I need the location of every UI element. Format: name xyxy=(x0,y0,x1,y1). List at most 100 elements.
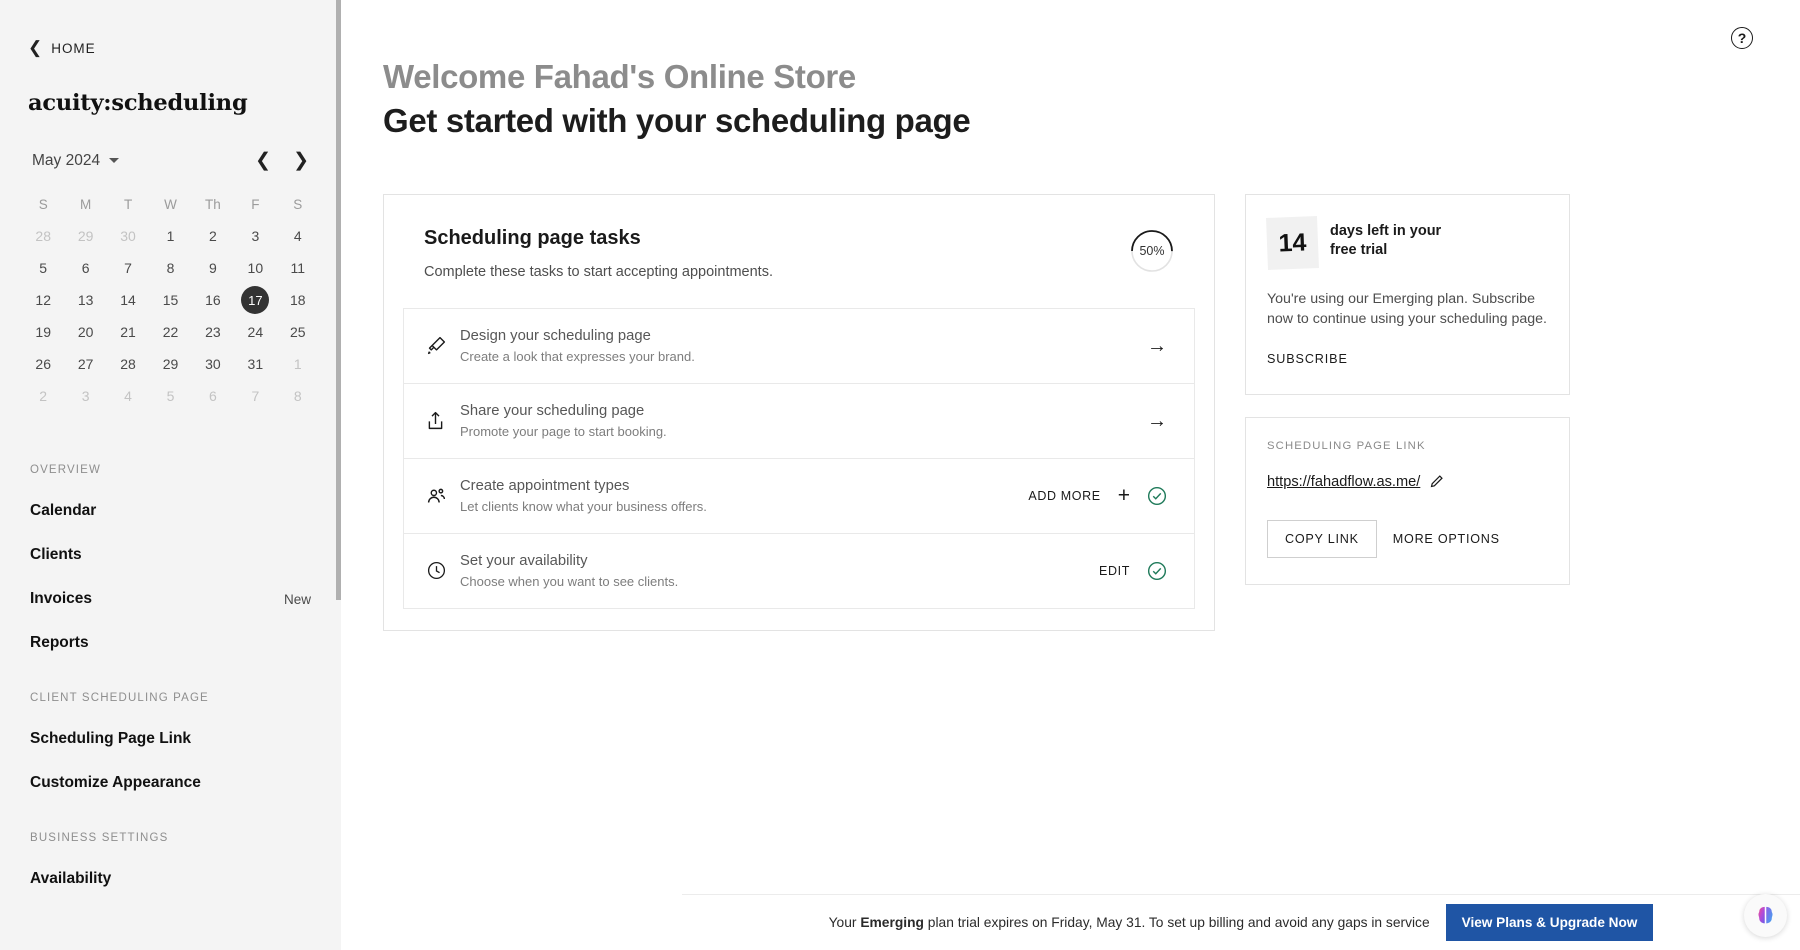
calendar-day[interactable]: 18 xyxy=(277,284,319,316)
calendar-day[interactable]: 8 xyxy=(149,252,191,284)
calendar-day[interactable]: 26 xyxy=(22,348,64,380)
calendar-day-number: 2 xyxy=(29,382,57,410)
calendar-day[interactable]: 1 xyxy=(277,348,319,380)
plus-icon[interactable]: + xyxy=(1118,485,1130,506)
calendar-day[interactable]: 19 xyxy=(22,316,64,348)
sidebar-item-customize-appearance[interactable]: Customize Appearance xyxy=(0,768,341,798)
calendar-day[interactable]: 29 xyxy=(149,348,191,380)
banner-plan: Emerging xyxy=(860,915,924,930)
view-plans-upgrade-button[interactable]: View Plans & Upgrade Now xyxy=(1446,904,1654,941)
prev-month-button[interactable]: ❮ xyxy=(255,151,271,170)
sidebar-item-calendar[interactable]: Calendar xyxy=(0,496,341,526)
banner-text: Your Emerging plan trial expires on Frid… xyxy=(829,915,1430,930)
calendar-day[interactable]: 11 xyxy=(277,252,319,284)
banner-prefix: Your xyxy=(829,915,861,930)
calendar-day[interactable]: 27 xyxy=(64,348,106,380)
calendar-day[interactable]: 12 xyxy=(22,284,64,316)
calendar-day[interactable]: 31 xyxy=(234,348,276,380)
calendar-day[interactable]: 3 xyxy=(234,220,276,252)
calendar-day[interactable]: 25 xyxy=(277,316,319,348)
progress-label: 50% xyxy=(1130,229,1174,273)
calendar-day[interactable]: 14 xyxy=(107,284,149,316)
task-name: Share your scheduling page xyxy=(460,402,1147,420)
calendar-day[interactable]: 13 xyxy=(64,284,106,316)
welcome-line: Welcome Fahad's Online Store xyxy=(383,55,1800,99)
calendar-grid: SMTWThFS28293012345678910111213141516171… xyxy=(22,190,319,412)
calendar-day[interactable]: 1 xyxy=(149,220,191,252)
calendar-day-number: 30 xyxy=(199,350,227,378)
task-action-edit[interactable]: EDIT xyxy=(1099,564,1130,578)
help-glyph: ? xyxy=(1738,30,1747,46)
sidebar-nav: OVERVIEWCalendarClientsInvoicesNewReport… xyxy=(0,412,341,894)
task-completed-indicator xyxy=(1147,561,1167,581)
trial-banner: Your Emerging plan trial expires on Frid… xyxy=(682,894,1800,950)
calendar-day[interactable]: 7 xyxy=(234,380,276,412)
arrow-right-icon[interactable]: → xyxy=(1147,336,1167,356)
arrow-right-icon[interactable]: → xyxy=(1147,411,1167,431)
calendar-day[interactable]: 28 xyxy=(22,220,64,252)
calendar-day[interactable]: 2 xyxy=(22,380,64,412)
calendar-day[interactable]: 16 xyxy=(192,284,234,316)
calendar-day-number: 21 xyxy=(114,318,142,346)
scheduling-page-url[interactable]: https://fahadflow.as.me/ xyxy=(1267,474,1420,490)
sidebar-item-label: Customize Appearance xyxy=(30,774,201,792)
calendar-dow-1: M xyxy=(64,190,106,220)
help-circle-icon[interactable]: ? xyxy=(1731,27,1753,49)
subscribe-button[interactable]: SUBSCRIBE xyxy=(1267,352,1348,366)
calendar-day[interactable]: 29 xyxy=(64,220,106,252)
scheduling-page-link-card: SCHEDULING PAGE LINK https://fahadflow.a… xyxy=(1245,417,1570,585)
more-options-button[interactable]: MORE OPTIONS xyxy=(1389,521,1504,557)
pencil-icon[interactable] xyxy=(1429,474,1444,489)
calendar-day[interactable]: 4 xyxy=(107,380,149,412)
calendar-dow-3: W xyxy=(149,190,191,220)
task-text: Set your availabilityChoose when you wan… xyxy=(460,552,1099,589)
calendar-day[interactable]: 24 xyxy=(234,316,276,348)
calendar-day[interactable]: 5 xyxy=(22,252,64,284)
mini-calendar: May 2024 ❮ ❯ SMTWThFS2829301234567891011… xyxy=(0,116,341,412)
task-action-add-more[interactable]: ADD MORE xyxy=(1028,489,1100,503)
task-row[interactable]: Design your scheduling pageCreate a look… xyxy=(403,308,1195,384)
sidebar-item-invoices[interactable]: InvoicesNew xyxy=(0,584,341,614)
calendar-day[interactable]: 15 xyxy=(149,284,191,316)
calendar-day[interactable]: 28 xyxy=(107,348,149,380)
calendar-day[interactable]: 20 xyxy=(64,316,106,348)
copy-link-button[interactable]: COPY LINK xyxy=(1267,520,1377,558)
next-month-button[interactable]: ❯ xyxy=(293,151,309,170)
calendar-day[interactable]: 10 xyxy=(234,252,276,284)
calendar-day[interactable]: 7 xyxy=(107,252,149,284)
task-row[interactable]: Share your scheduling pagePromote your p… xyxy=(403,383,1195,459)
home-back-link[interactable]: ❮ HOME xyxy=(0,0,341,56)
calendar-dow-6: S xyxy=(277,190,319,220)
brand-logo: acuity:scheduling xyxy=(0,56,341,116)
people-icon xyxy=(426,485,460,506)
app-root: ❮ HOME acuity:scheduling May 2024 ❮ ❯ S M… xyxy=(0,0,1800,950)
calendar-day[interactable]: 8 xyxy=(277,380,319,412)
task-name: Set your availability xyxy=(460,552,1099,570)
calendar-day[interactable]: 23 xyxy=(192,316,234,348)
sidebar-item-scheduling-page-link[interactable]: Scheduling Page Link xyxy=(0,724,341,754)
task-row[interactable]: Set your availabilityChoose when you wan… xyxy=(403,533,1195,609)
calendar-day[interactable]: 2 xyxy=(192,220,234,252)
calendar-day-number: 26 xyxy=(29,350,57,378)
calendar-day-selected[interactable]: 17 xyxy=(234,284,276,316)
sidebar-item-clients[interactable]: Clients xyxy=(0,540,341,570)
banner-suffix: plan trial expires on Friday, May 31. To… xyxy=(924,915,1430,930)
brain-assistant-icon[interactable] xyxy=(1744,894,1787,937)
calendar-day[interactable]: 30 xyxy=(192,348,234,380)
sidebar-item-availability[interactable]: Availability xyxy=(0,864,341,894)
task-row[interactable]: Create appointment typesLet clients know… xyxy=(403,458,1195,534)
calendar-day[interactable]: 21 xyxy=(107,316,149,348)
calendar-day[interactable]: 22 xyxy=(149,316,191,348)
paintbrush-icon xyxy=(426,335,460,356)
calendar-day[interactable]: 5 xyxy=(149,380,191,412)
nav-group-title: CLIENT SCHEDULING PAGE xyxy=(0,692,341,704)
month-selector[interactable]: May 2024 xyxy=(32,152,119,170)
calendar-day[interactable]: 9 xyxy=(192,252,234,284)
calendar-day[interactable]: 30 xyxy=(107,220,149,252)
sidebar-item-reports[interactable]: Reports xyxy=(0,628,341,658)
calendar-day[interactable]: 4 xyxy=(277,220,319,252)
calendar-day[interactable]: 6 xyxy=(192,380,234,412)
calendar-day[interactable]: 6 xyxy=(64,252,106,284)
calendar-day-number: 16 xyxy=(199,286,227,314)
calendar-day[interactable]: 3 xyxy=(64,380,106,412)
